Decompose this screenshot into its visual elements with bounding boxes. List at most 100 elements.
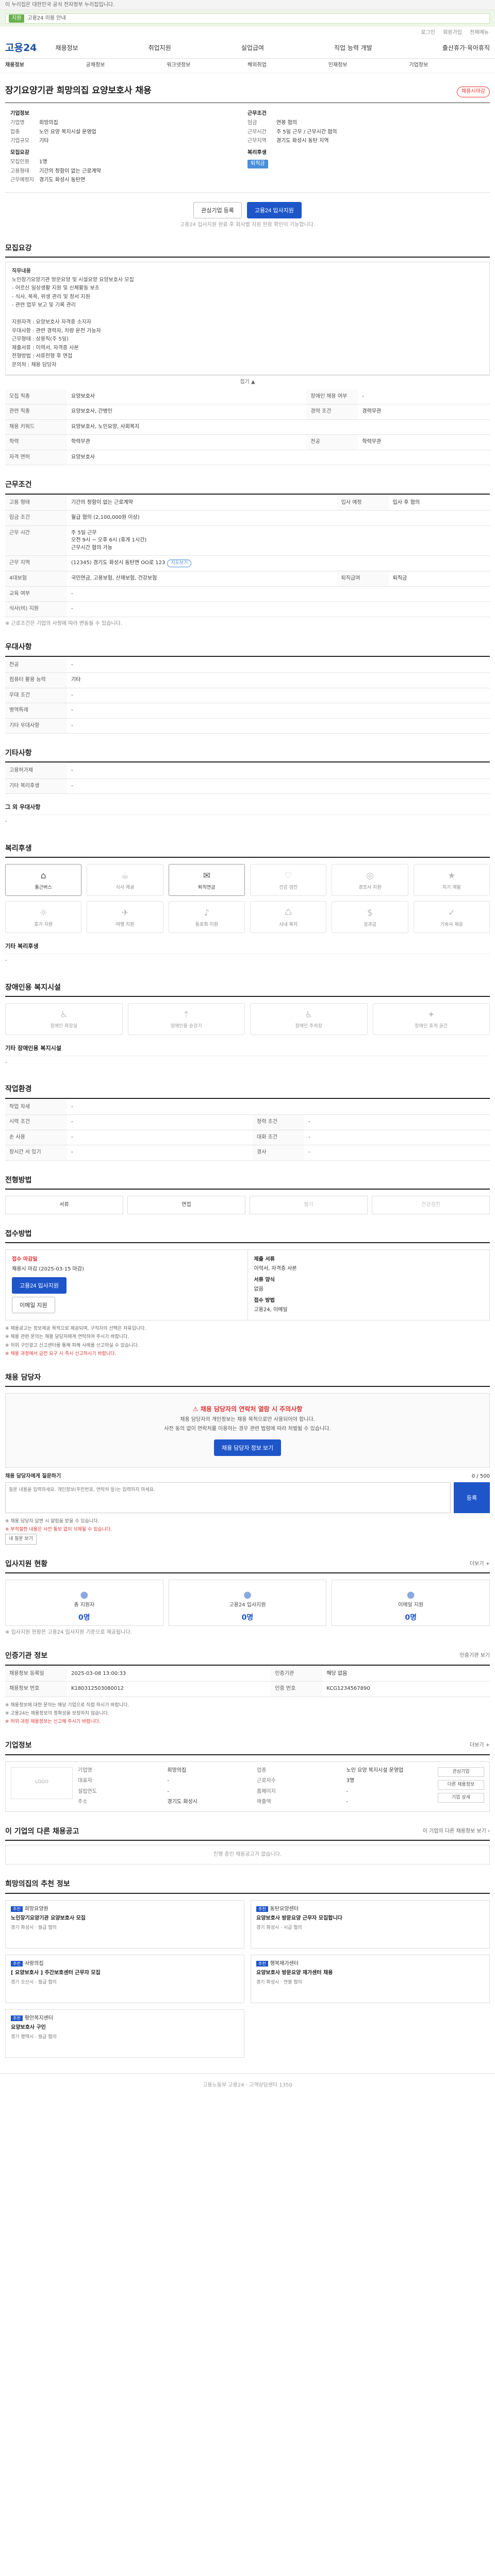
period-value: 채용시 마감 (2025-03-15 마감) xyxy=(12,1266,84,1272)
company-action-button[interactable]: 다른 채용정보 xyxy=(438,1780,484,1790)
recommend-grid: 추천 희망요양원 노인장기요양기관 요양보호사 모집 경기 화성시 · 월급 협의 추… xyxy=(5,1900,490,2058)
etc-table: 고용허가제 - 기타 복리후생 - xyxy=(5,764,490,794)
elevator-icon: ⇡ xyxy=(183,1009,190,1020)
job-title-bar: 장기요양기관 희망의집 요양보호사 채용 채용시마감 xyxy=(5,79,490,103)
question-input[interactable] xyxy=(5,1482,451,1514)
recommend-card[interactable]: 추천 사랑의집[ 요양보호사 ] 주간보호센터 근무자 모집 경기 오산시 · 월급… xyxy=(5,1954,244,2003)
company-logo: LOGO xyxy=(11,1767,73,1799)
ribbon-bar[interactable]: 지원 고용24 이용 안내 xyxy=(5,13,490,24)
subnav-item[interactable]: 기업정보 xyxy=(409,62,490,70)
login-link[interactable]: 로그인 xyxy=(421,30,435,36)
nav-item-leave[interactable]: 출산휴가·육아휴직 xyxy=(442,44,490,53)
table-row: 채용정보 번호 K180312503080012 인증 번호 KCG123456789… xyxy=(5,1681,490,1697)
more-link[interactable]: 더보기 + xyxy=(470,1561,490,1568)
question-header: 채용 담당자에게 질문하기 0 / 500 xyxy=(5,1473,490,1481)
accessibility-grid: ♿ 장애인 화장실 ⇡ 장애인용 승강기 ♿ 장애인 주차장 ✦ 장애인 휴게 공간 xyxy=(5,1003,490,1035)
more-link[interactable]: 인증기관 보기 xyxy=(460,1652,490,1660)
subnav-item[interactable]: 인재정보 xyxy=(328,62,409,70)
sitemap-link[interactable]: 전체메뉴 xyxy=(470,30,489,36)
recommend-card[interactable]: 추천 평안복지센터 요양보호사 구인 경기 평택시 · 월급 협의 xyxy=(5,2009,244,2058)
method-step: 서류 xyxy=(5,1195,123,1214)
question-submit-button[interactable]: 등록 xyxy=(454,1482,490,1514)
subnav-item[interactable]: 해외취업 xyxy=(248,62,328,70)
section-title: 기타사항 xyxy=(5,748,490,763)
ribbon-badge: 지원 xyxy=(9,14,25,23)
event-icon: ◎ xyxy=(366,871,374,882)
stat-card: ● 이메일 지원 0명 xyxy=(332,1579,490,1626)
more-link[interactable]: 더보기 + xyxy=(470,1742,490,1750)
main-nav: 채용정보 취업지원 실업급여 직업 능력 개발 출산휴가·육아휴직 xyxy=(55,44,490,53)
nav-item-training[interactable]: 직업 능력 개발 xyxy=(334,44,372,53)
gov-notice-bar: 이 누리집은 대한민국 공식 전자정부 누리집입니다. xyxy=(0,0,495,10)
collapse-toggle[interactable]: 접기 ▲ xyxy=(5,375,490,389)
section-environment: 작업환경 작업 자세 - 시력 조건 - 청력 조건 - 손 사용 - 대화 조건 - 장시간… xyxy=(5,1084,490,1161)
bus-icon: ⌂ xyxy=(40,871,46,882)
travel-icon: ✈ xyxy=(121,908,129,919)
question-notes: ※ 채용 담당자 답변 시 알림을 받을 수 있습니다. ※ 부적절한 내용은 … xyxy=(5,1517,490,1545)
table-row: 병역특례 - xyxy=(5,703,490,719)
nav-item-benefits[interactable]: 실업급여 xyxy=(241,44,264,53)
recommend-card[interactable]: 추천 행복재가센터 요양보호사 방문요양 재가센터 채용 경기 화성시 · 연봉 협의 xyxy=(251,1954,490,2003)
more-link[interactable]: 이 기업의 다른 채용정보 보기 › xyxy=(423,1828,490,1836)
nav-item-support[interactable]: 취업지원 xyxy=(148,44,171,53)
stat-card: ● 총 지원자 0명 xyxy=(5,1579,163,1626)
summary-left: 기업정보 기업명 희망의집 업종 노인 요양 복지시설 운영업 기업규모 기타 모집요… xyxy=(10,110,248,186)
subnav-item[interactable]: 공채정보 xyxy=(86,62,167,70)
section-stats: 입사지원 현황 더보기 + ● 총 지원자 0명 ● 고용24 입사지원 0명 ● 이메일 … xyxy=(5,1559,490,1637)
section-title: 복리후생 xyxy=(5,843,490,858)
table-row: 장시간 서 있기 - 경사 - xyxy=(5,1145,490,1161)
company-action-button[interactable]: 기업 상세 xyxy=(438,1792,484,1803)
rest-icon: ✦ xyxy=(427,1009,435,1020)
section-title: 희망의집의 추천 정보 xyxy=(5,1879,490,1894)
company-action-button[interactable]: 관심기업 xyxy=(438,1767,484,1777)
summary-row: 임금 연봉 협의 xyxy=(248,120,297,126)
warning-icon: ⚠ xyxy=(192,1405,201,1413)
action-buttons: 관심기업 등록 고용24 입사지원 xyxy=(5,201,490,218)
deadline-badge: 채용시마감 xyxy=(457,87,490,97)
welfare-tag: 퇴직금 xyxy=(248,160,268,168)
note-line: ※ 채용 담당자 답변 시 알림을 받을 수 있습니다. xyxy=(5,1519,100,1524)
welfare-item: ◎ 경조사 지원 xyxy=(332,864,408,896)
section-title: 근무조건 xyxy=(5,480,490,495)
question-area: 등록 xyxy=(5,1482,490,1514)
interest-button[interactable]: 관심기업 등록 xyxy=(193,201,242,218)
apply-notes: ※ 채용공고는 정보제공 목적으로 제공되며, 구직자의 선택은 자유입니다. … xyxy=(5,1325,490,1358)
summary-right: 근무조건 임금 연봉 협의 근무시간 주 5일 근무 / 근무시간 협의 근무지역 경… xyxy=(248,110,485,186)
nav-item-jobs[interactable]: 채용정보 xyxy=(55,44,78,53)
apply-email-button[interactable]: 이메일 지원 xyxy=(12,1297,55,1314)
method-label: 접수 방법 xyxy=(254,1298,275,1304)
note-line: ※ 채용공고는 정보제공 목적으로 제공되며, 구직자의 선택은 자유입니다. xyxy=(5,1326,146,1332)
map-chip[interactable]: 지도보기 xyxy=(167,560,192,568)
contact-alert-box: ⚠ 채용 담당자의 연락처 열람 시 주의사항 채용 담당자의 개인정보는 채용… xyxy=(5,1393,490,1468)
join-link[interactable]: 회원가입 xyxy=(443,30,462,36)
section-title: 작업환경 xyxy=(5,1084,490,1099)
manage-table: 채용정보 등록일 2025-03-08 13:00:33 인증기관 해당 없음 채용정… xyxy=(5,1666,490,1697)
apply-online-button[interactable]: 고용24 입사지원 xyxy=(12,1277,67,1294)
welfare-item: ☕ 식사 제공 xyxy=(87,864,163,896)
char-count: 0 / 500 xyxy=(471,1473,490,1479)
table-row: 작업 자세 - xyxy=(5,1099,490,1115)
apply-note: 고용24 입사지원 완료 후 회사별 지원 현황 확인이 가능합니다. xyxy=(179,222,316,228)
welfare-item: ♺ 사내 복지 xyxy=(250,901,327,934)
table-row: 식사(비) 지원 - xyxy=(5,601,490,617)
requirements-table: 모집 직종 요양보호사 장애인 채용 여부 - 관련 직종 요양보호사, 간병인 경력 조… xyxy=(5,389,490,466)
vacation-icon: ☼ xyxy=(39,908,47,919)
sub-nav: 채용정보 공채정보 워크넷정보 해외취업 인재정보 기업정보 xyxy=(0,59,495,73)
subnav-item[interactable]: 워크넷정보 xyxy=(167,62,248,70)
access-item: ✦ 장애인 휴게 공간 xyxy=(372,1003,490,1035)
section-title: 입사지원 현황 더보기 + xyxy=(5,1559,490,1573)
subnav-item[interactable]: 채용정보 xyxy=(5,62,86,70)
section-accessibility: 장애인용 복지시설 ♿ 장애인 화장실 ⇡ 장애인용 승강기 ♿ 장애인 주차장 ✦ 장… xyxy=(5,982,490,1070)
site-logo[interactable]: 고용24 xyxy=(5,41,37,56)
table-row: 손 사용 - 대화 조건 - xyxy=(5,1130,490,1146)
recommend-card[interactable]: 추천 동탄요양센터 요양보호사 방문요양 근무자 모집합니다 경기 화성시 · 시급 … xyxy=(251,1900,490,1948)
stats-note: ※ 입사지원 현황은 고용24 입사지원 기준으로 제공됩니다. xyxy=(5,1629,132,1635)
view-contact-button[interactable]: 채용 담당자 정보 보기 xyxy=(213,1439,282,1456)
table-row: 근무 지역 (12345) 경기도 화성시 동탄면 OO로 123 지도보기 xyxy=(5,555,490,572)
my-questions-button[interactable]: 내 질문 보기 xyxy=(5,1534,37,1545)
recommend-card[interactable]: 추천 희망요양원 노인장기요양기관 요양보호사 모집 경기 화성시 · 월급 협의 xyxy=(5,1900,244,1948)
form-label: 서류 양식 xyxy=(254,1277,275,1283)
welfare-item: ✈ 여행 지원 xyxy=(87,901,163,934)
recruit-label: 모집요강 xyxy=(10,149,29,156)
apply-button[interactable]: 고용24 입사지원 xyxy=(246,201,302,218)
